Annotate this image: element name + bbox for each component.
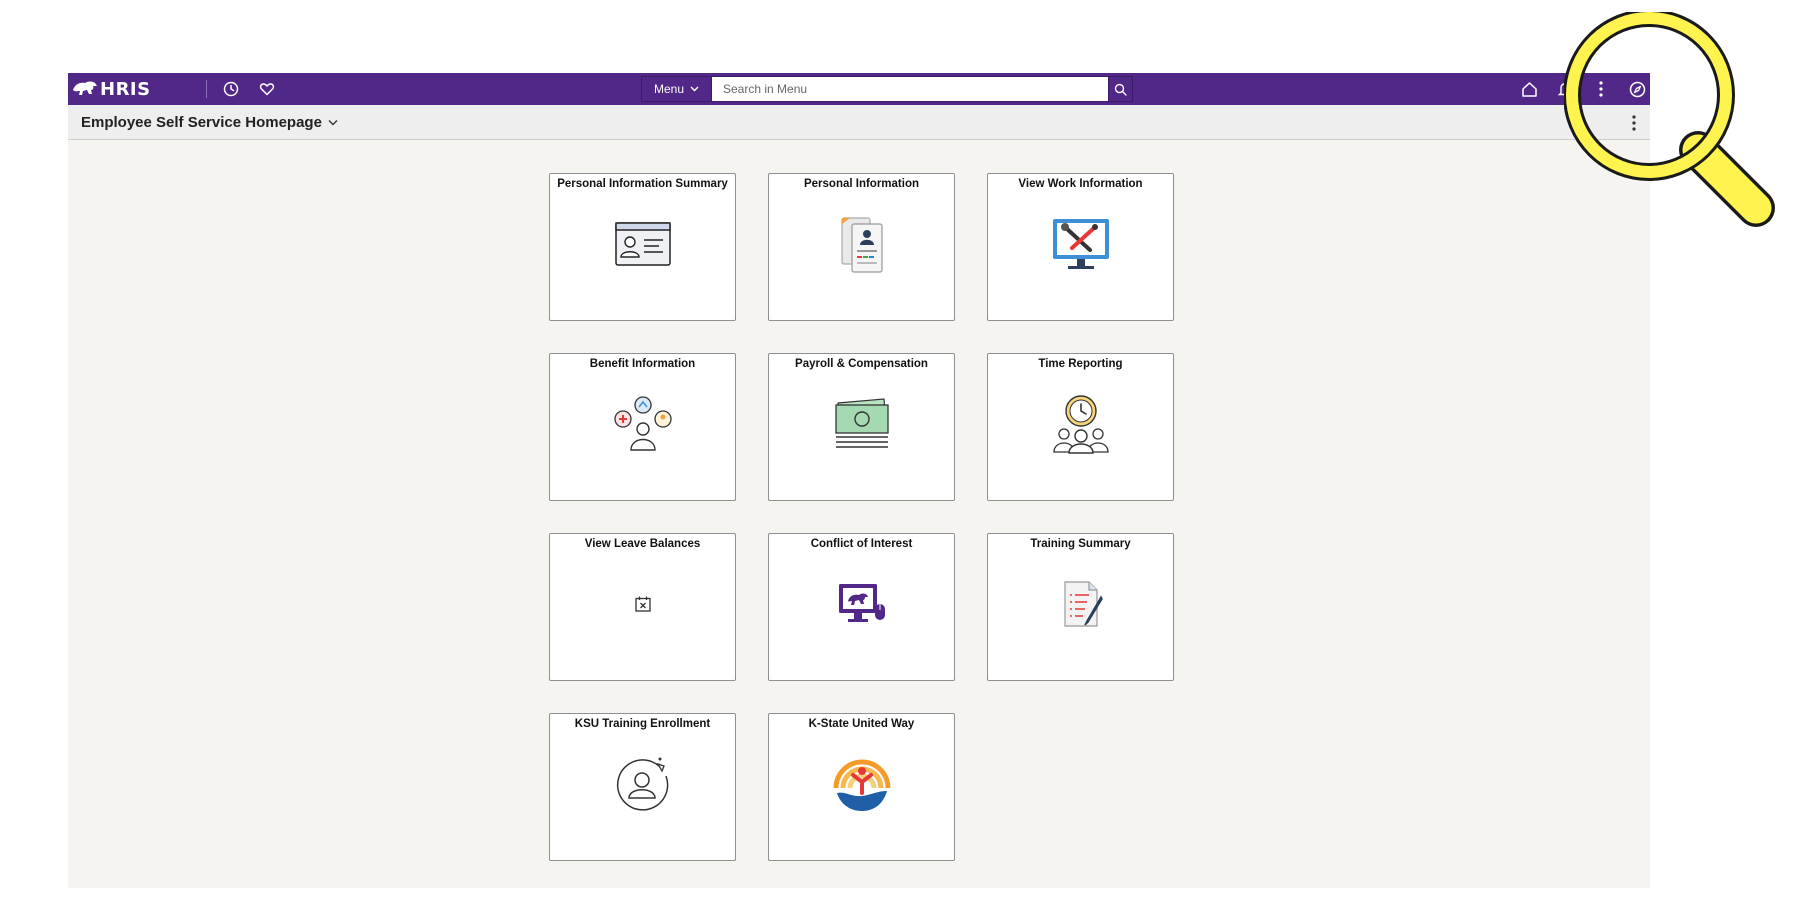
page-title: Employee Self Service Homepage (81, 114, 322, 131)
menu-button-label: Menu (653, 82, 685, 96)
chevron-down-icon (328, 120, 338, 126)
logo-text: HRIS (100, 78, 151, 100)
benefits-people-icon (611, 392, 675, 456)
actions-menu-button[interactable] (1591, 79, 1611, 99)
tile-title: Personal Information (803, 178, 920, 190)
tile-title: Training Summary (1030, 538, 1131, 550)
tile-title: Benefit Information (589, 358, 696, 370)
kebab-menu-icon (1599, 81, 1603, 97)
tile-title: KSU Training Enrollment (574, 718, 711, 730)
search-input[interactable] (712, 77, 1108, 101)
personal-documents-icon (830, 212, 894, 276)
wildcat-logo-icon (73, 81, 97, 95)
homepage-selector[interactable]: Employee Self Service Homepage (81, 114, 338, 131)
work-monitor-tools-icon (1049, 212, 1113, 276)
clock-people-icon (1049, 392, 1113, 456)
tile-benefit-information[interactable]: Benefit Information (549, 353, 736, 501)
tile-time-reporting[interactable]: Time Reporting (987, 353, 1174, 501)
page-actions-kebab-icon[interactable] (1630, 114, 1638, 132)
tile-title: Personal Information Summary (557, 178, 728, 190)
hris-logo[interactable]: HRIS (72, 77, 151, 101)
tile-personal-information[interactable]: Personal Information (768, 173, 955, 321)
tile-k-state-united-way[interactable]: K-State United Way (768, 713, 955, 861)
chevron-down-icon (690, 86, 699, 92)
home-button[interactable] (1519, 79, 1539, 99)
menu-search-bar: Menu (641, 76, 1133, 102)
person-circle-arrow-icon (611, 752, 675, 816)
united-way-logo-icon (830, 752, 894, 816)
tile-title: View Leave Balances (584, 538, 701, 550)
tile-title: View Work Information (1018, 178, 1143, 190)
recent-places-button[interactable] (221, 79, 241, 99)
navigator-button[interactable] (1627, 79, 1647, 99)
tile-payroll-compensation[interactable]: Payroll & Compensation (768, 353, 955, 501)
cash-money-icon (830, 392, 894, 456)
search-icon (1114, 83, 1127, 96)
topbar-divider (206, 80, 207, 98)
tile-view-work-information[interactable]: View Work Information (987, 173, 1174, 321)
heart-icon (259, 83, 275, 96)
bell-icon (1558, 82, 1574, 97)
tile-title: Payroll & Compensation (795, 358, 928, 370)
document-pen-icon (1049, 572, 1113, 636)
calendar-x-icon (611, 572, 675, 636)
computer-mouse-icon (830, 572, 894, 636)
compass-icon (1629, 81, 1645, 97)
tile-view-leave-balances[interactable]: View Leave Balances (549, 533, 736, 681)
clock-icon (223, 81, 239, 97)
tile-training-summary[interactable]: Training Summary (987, 533, 1174, 681)
menu-dropdown-button[interactable]: Menu (642, 77, 712, 101)
tile-personal-information-summary[interactable]: Personal Information Summary (549, 173, 736, 321)
id-card-icon (611, 212, 675, 276)
favorites-button[interactable] (257, 79, 277, 99)
tile-title: Conflict of Interest (810, 538, 913, 550)
tile-conflict-of-interest[interactable]: Conflict of Interest (768, 533, 955, 681)
home-icon (1521, 81, 1537, 97)
tile-title: Time Reporting (1038, 358, 1123, 370)
homepage-header: Employee Self Service Homepage (68, 105, 1650, 140)
hris-app-window: HRIS Menu Search in Menu Employee Self S… (68, 73, 1650, 888)
search-button[interactable] (1108, 77, 1132, 101)
notifications-button[interactable] (1556, 79, 1576, 99)
tile-ksu-training-enrollment[interactable]: KSU Training Enrollment (549, 713, 736, 861)
tile-title: K-State United Way (808, 718, 915, 730)
top-banner: HRIS Menu (68, 73, 1650, 105)
